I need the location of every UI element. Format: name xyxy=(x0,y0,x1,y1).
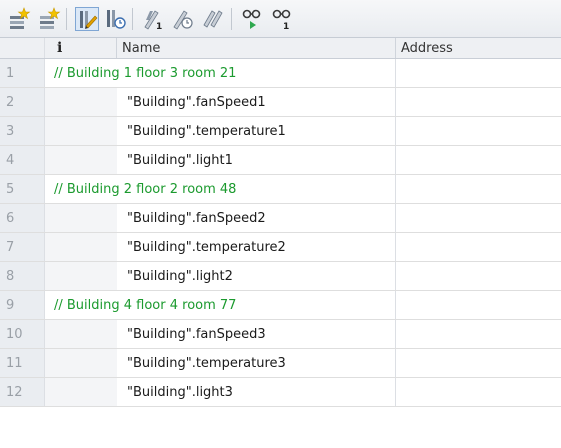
row-number[interactable]: 5 xyxy=(0,175,45,203)
address-cell[interactable] xyxy=(396,291,561,319)
row-number[interactable]: 8 xyxy=(0,262,45,290)
comment-text[interactable]: // Building 1 floor 3 room 21 xyxy=(45,59,396,87)
address-cell[interactable] xyxy=(396,88,561,116)
info-cell xyxy=(45,146,117,174)
info-cell xyxy=(45,262,117,290)
toolbar-separator xyxy=(231,8,232,30)
address-cell[interactable] xyxy=(396,175,561,203)
info-cell xyxy=(45,378,117,406)
name-cell[interactable]: "Building".fanSpeed1 xyxy=(117,88,396,116)
header-info-column[interactable]: i xyxy=(45,38,117,58)
enable-peripheral-outputs-icon[interactable] xyxy=(200,7,224,31)
toolbar: 1 1 xyxy=(0,0,561,38)
table-row[interactable]: 8 "Building".light2 xyxy=(0,262,561,291)
svg-text:1: 1 xyxy=(283,22,289,31)
info-cell xyxy=(45,88,117,116)
info-cell xyxy=(45,204,117,232)
monitor-once-icon[interactable]: 1 xyxy=(270,7,294,31)
monitor-values-icon[interactable] xyxy=(103,7,127,31)
table-row[interactable]: 4 "Building".light1 xyxy=(0,146,561,175)
name-cell[interactable]: "Building".temperature3 xyxy=(117,349,396,377)
row-number[interactable]: 7 xyxy=(0,233,45,261)
modify-now-icon[interactable]: 1 xyxy=(140,7,164,31)
name-cell[interactable]: "Building".fanSpeed2 xyxy=(117,204,396,232)
row-number[interactable]: 4 xyxy=(0,146,45,174)
address-cell[interactable] xyxy=(396,233,561,261)
info-cell xyxy=(45,117,117,145)
address-cell[interactable] xyxy=(396,146,561,174)
header-address-column[interactable]: Address xyxy=(396,38,561,58)
name-cell[interactable]: "Building".temperature1 xyxy=(117,117,396,145)
name-cell[interactable]: "Building".temperature2 xyxy=(117,233,396,261)
row-number[interactable]: 6 xyxy=(0,204,45,232)
monitor-all-icon[interactable] xyxy=(240,7,264,31)
comment-row[interactable]: 9// Building 4 floor 4 room 77 xyxy=(0,291,561,320)
table-header: i Name Address xyxy=(0,38,561,59)
table-row[interactable]: 3 "Building".temperature1 xyxy=(0,117,561,146)
table-row[interactable]: 6 "Building".fanSpeed2 xyxy=(0,204,561,233)
address-cell[interactable] xyxy=(396,320,561,348)
svg-text:1: 1 xyxy=(156,22,162,31)
name-cell[interactable]: "Building".light2 xyxy=(117,262,396,290)
row-number[interactable]: 10 xyxy=(0,320,45,348)
address-cell[interactable] xyxy=(396,117,561,145)
row-number[interactable]: 3 xyxy=(0,117,45,145)
comment-row[interactable]: 5// Building 2 floor 2 room 48 xyxy=(0,175,561,204)
table-row[interactable]: 10 "Building".fanSpeed3 xyxy=(0,320,561,349)
add-row-icon[interactable] xyxy=(37,7,61,31)
row-number[interactable]: 11 xyxy=(0,349,45,377)
watch-table-editor: 1 1 i Name Address 1 // Building 1 floor… xyxy=(0,0,561,448)
insert-row-icon[interactable] xyxy=(7,7,31,31)
address-cell[interactable] xyxy=(396,349,561,377)
watch-table: i Name Address 1// Building 1 floor 3 ro… xyxy=(0,38,561,407)
table-row[interactable]: 11 "Building".temperature3 xyxy=(0,349,561,378)
row-number[interactable]: 9 xyxy=(0,291,45,319)
address-cell[interactable] xyxy=(396,378,561,406)
comment-text[interactable]: // Building 2 floor 2 room 48 xyxy=(45,175,396,203)
address-cell[interactable] xyxy=(396,204,561,232)
comment-row[interactable]: 1// Building 1 floor 3 room 21 xyxy=(0,59,561,88)
table-row[interactable]: 12 "Building".light3 xyxy=(0,378,561,407)
address-cell[interactable] xyxy=(396,59,561,87)
header-name-column[interactable]: Name xyxy=(117,38,396,58)
row-number[interactable]: 2 xyxy=(0,88,45,116)
info-cell xyxy=(45,349,117,377)
info-cell xyxy=(45,320,117,348)
toolbar-separator xyxy=(132,8,133,30)
name-cell[interactable]: "Building".light1 xyxy=(117,146,396,174)
table-row[interactable]: 2 "Building".fanSpeed1 xyxy=(0,88,561,117)
info-cell xyxy=(45,233,117,261)
row-number[interactable]: 1 xyxy=(0,59,45,87)
comment-text[interactable]: // Building 4 floor 4 room 77 xyxy=(45,291,396,319)
name-cell[interactable]: "Building".light3 xyxy=(117,378,396,406)
table-row[interactable]: 7 "Building".temperature2 xyxy=(0,233,561,262)
row-number[interactable]: 12 xyxy=(0,378,45,406)
header-row-number xyxy=(0,38,45,58)
toolbar-separator xyxy=(66,8,67,30)
modify-with-trigger-icon[interactable] xyxy=(170,7,194,31)
show-hide-columns-icon[interactable] xyxy=(75,7,99,31)
address-cell[interactable] xyxy=(396,262,561,290)
name-cell[interactable]: "Building".fanSpeed3 xyxy=(117,320,396,348)
